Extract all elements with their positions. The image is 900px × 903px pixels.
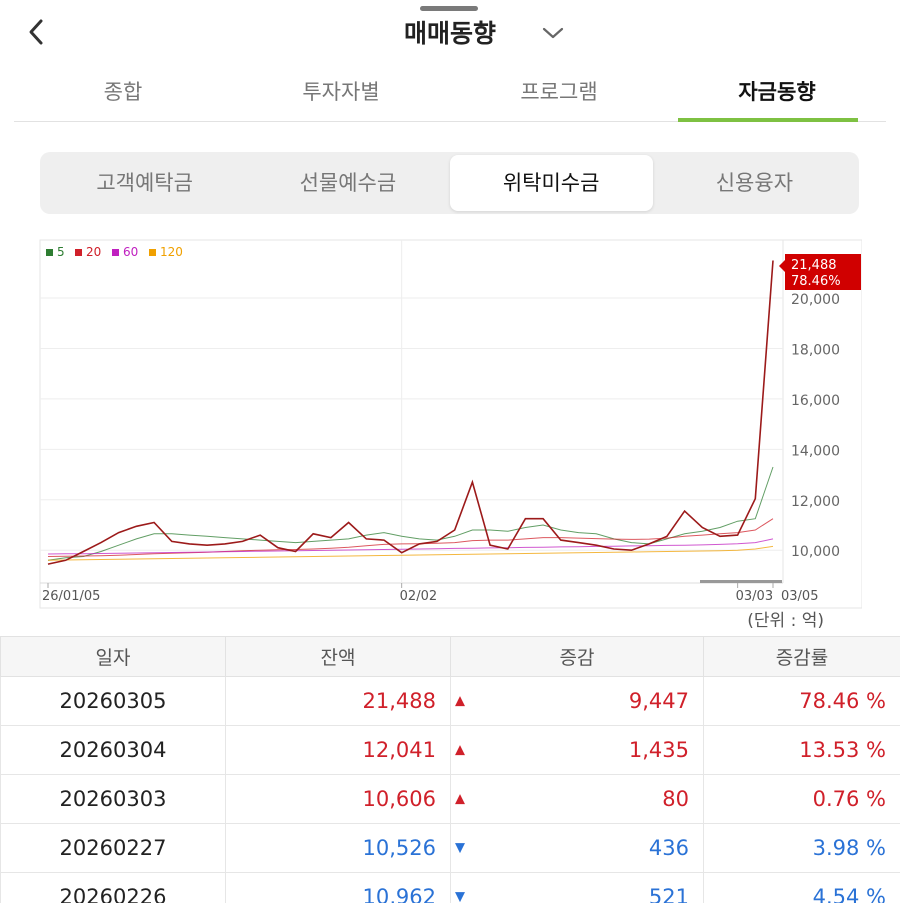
x-tick-label: 03/03 <box>736 589 773 604</box>
legend-swatch-20 <box>75 249 82 256</box>
table-row[interactable]: 20260303 10,606 ▲ 80 0.76 % <box>0 774 900 824</box>
tab-fund-trend[interactable]: 자금동향 <box>668 64 886 122</box>
legend-label-5: 5 <box>57 245 65 259</box>
triangle-down-icon: ▼ <box>455 840 465 856</box>
y-tick-label: 20,000 <box>791 292 840 308</box>
cell-date: 20260305 <box>0 676 226 726</box>
range-scroll-bar <box>700 580 782 583</box>
trend-chart[interactable]: 20,000 18,000 16,000 14,000 12,000 10,000 26/0… <box>38 238 862 610</box>
header-change-rate: 증감률 <box>703 636 900 677</box>
header-balance: 잔액 <box>225 636 451 677</box>
cell-change: ▲ 9,447 <box>450 676 704 726</box>
current-rate-text: 78.46% <box>791 274 841 289</box>
cell-balance: 10,526 <box>225 823 451 873</box>
cell-date: 20260304 <box>0 725 226 775</box>
data-table: 일자 잔액 증감 증감률 20260305 21,488 ▲ 9,447 78.46 %… <box>0 636 900 903</box>
change-value: 9,447 <box>628 689 689 713</box>
cell-balance: 10,962 <box>225 872 451 903</box>
cell-balance: 12,041 <box>225 725 451 775</box>
header-change: 증감 <box>450 636 704 677</box>
current-value-text: 21,488 <box>791 258 837 273</box>
segment-customer-deposit[interactable]: 고객예탁금 <box>43 155 246 211</box>
unit-label: (단위 : 억) <box>747 611 824 631</box>
header: 매매동향 <box>0 0 900 62</box>
change-value: 80 <box>662 787 689 811</box>
legend-label-20: 20 <box>86 245 101 259</box>
change-value: 436 <box>648 836 689 860</box>
x-tick-label: 26/01/05 <box>42 589 100 604</box>
tab-by-investor[interactable]: 투자자별 <box>232 64 450 121</box>
cell-rate: 13.53 % <box>703 725 900 775</box>
cell-rate: 0.76 % <box>703 774 900 824</box>
cell-balance: 10,606 <box>225 774 451 824</box>
change-value: 1,435 <box>628 738 689 762</box>
balance-line <box>47 260 774 565</box>
triangle-up-icon: ▲ <box>455 742 465 758</box>
y-tick-label: 14,000 <box>791 443 840 459</box>
chevron-down-icon[interactable] <box>540 20 566 46</box>
legend-label-60: 60 <box>123 245 138 259</box>
table-row[interactable]: 20260227 10,526 ▼ 436 3.98 % <box>0 823 900 873</box>
segment-control: 고객예탁금 선물예수금 위탁미수금 신용융자 <box>40 152 859 214</box>
cell-rate: 3.98 % <box>703 823 900 873</box>
legend-swatch-5 <box>46 249 53 256</box>
legend-swatch-120 <box>149 249 156 256</box>
table-header-row: 일자 잔액 증감 증감률 <box>0 636 900 677</box>
cell-date: 20260227 <box>0 823 226 873</box>
header-date: 일자 <box>0 636 226 677</box>
segment-futures-deposit[interactable]: 선물예수금 <box>246 155 449 211</box>
triangle-up-icon: ▲ <box>455 693 465 709</box>
table-row[interactable]: 20260305 21,488 ▲ 9,447 78.46 % <box>0 676 900 726</box>
cell-change: ▲ 1,435 <box>450 725 704 775</box>
cell-date: 20260226 <box>0 872 226 903</box>
triangle-down-icon: ▼ <box>455 889 465 903</box>
cell-date: 20260303 <box>0 774 226 824</box>
tab-overview[interactable]: 종합 <box>14 64 232 121</box>
y-tick-label: 10,000 <box>791 544 840 560</box>
table-row[interactable]: 20260304 12,041 ▲ 1,435 13.53 % <box>0 725 900 775</box>
legend-label-120: 120 <box>160 245 183 259</box>
series-5-line <box>47 466 774 561</box>
y-tick-label: 18,000 <box>791 342 840 358</box>
y-tick-label: 16,000 <box>791 393 840 409</box>
table-row[interactable]: 20260226 10,962 ▼ 521 4.54 % <box>0 872 900 903</box>
triangle-up-icon: ▲ <box>455 791 465 807</box>
change-value: 521 <box>648 885 689 903</box>
legend-swatch-60 <box>112 249 119 256</box>
segment-unpaid-settlement[interactable]: 위탁미수금 <box>449 155 653 211</box>
tab-program[interactable]: 프로그램 <box>450 64 668 121</box>
cell-change: ▲ 80 <box>450 774 704 824</box>
x-tick-label: 03/05 <box>781 589 818 604</box>
page-title[interactable]: 매매동향 <box>0 14 900 50</box>
cell-rate: 4.54 % <box>703 872 900 903</box>
x-tick-label: 02/02 <box>400 589 437 604</box>
cell-rate: 78.46 % <box>703 676 900 726</box>
cell-change: ▼ 436 <box>450 823 704 873</box>
main-tabs: 종합 투자자별 프로그램 자금동향 <box>14 64 886 122</box>
y-tick-label: 12,000 <box>791 494 840 510</box>
cell-balance: 21,488 <box>225 676 451 726</box>
callout-pointer <box>779 260 785 272</box>
chart-svg: 20,000 18,000 16,000 14,000 12,000 10,000 26/0… <box>39 239 862 609</box>
cell-change: ▼ 521 <box>450 872 704 903</box>
segment-credit-loan[interactable]: 신용융자 <box>653 155 856 211</box>
